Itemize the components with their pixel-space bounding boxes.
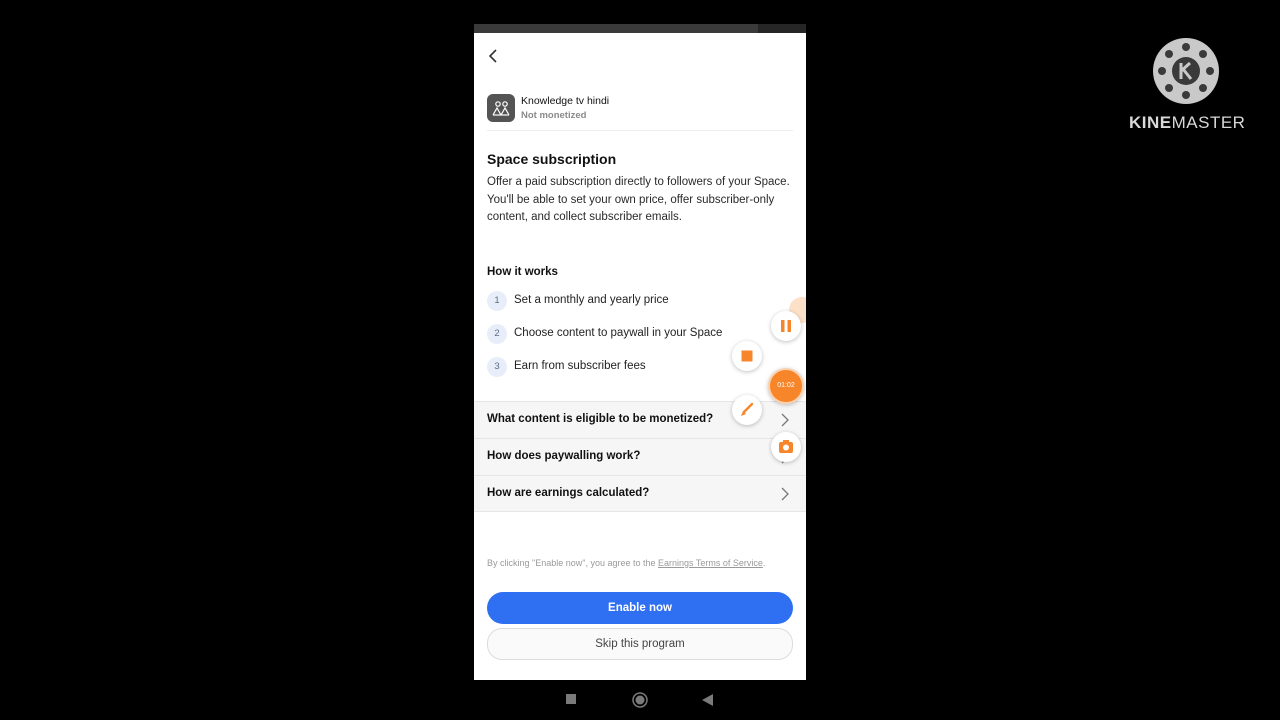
status-bar: [474, 24, 806, 33]
step-number: 2: [487, 324, 507, 344]
recorder-timer-button[interactable]: 01:02: [768, 368, 804, 404]
brush-button[interactable]: [732, 395, 762, 425]
divider: [474, 511, 806, 512]
space-name: Knowledge tv hindi: [521, 95, 610, 107]
enable-now-button[interactable]: Enable now: [487, 592, 793, 624]
faq-label: How are earnings calculated?: [487, 487, 650, 499]
back-nav-icon[interactable]: [702, 694, 713, 706]
terms-suffix: .: [762, 558, 766, 568]
skip-program-button[interactable]: Skip this program: [487, 628, 793, 660]
kinemaster-logo: [1153, 38, 1219, 104]
android-nav-bar: [0, 680, 1280, 720]
page-title: Space subscription: [487, 151, 617, 167]
terms-prefix: By clicking "Enable now", you agree to t…: [487, 558, 658, 568]
earnings-terms-link[interactable]: Earnings Terms of Service: [658, 558, 763, 568]
space-icon: [487, 94, 515, 122]
recent-apps-icon[interactable]: [566, 694, 576, 704]
screenshot-button[interactable]: [771, 432, 801, 462]
faq-label: How does paywalling work?: [487, 450, 641, 462]
chevron-right-icon: [781, 413, 789, 427]
space-header: Knowledge tv hindi Not monetized: [487, 94, 793, 131]
camera-icon: [779, 440, 793, 453]
stop-button[interactable]: [732, 341, 762, 371]
faq-item-earnings[interactable]: How are earnings calculated?: [474, 475, 806, 512]
wordmark-kine: KINE: [1129, 113, 1172, 132]
back-arrow-icon[interactable]: [484, 46, 504, 66]
step-text: Earn from subscriber fees: [514, 360, 646, 372]
wordmark-master: MASTER: [1171, 113, 1246, 132]
kinemaster-wordmark: KINEMASTER: [1129, 113, 1245, 133]
chevron-right-icon: [781, 487, 789, 501]
step-number: 1: [487, 291, 507, 311]
faq-label: What content is eligible to be monetized…: [487, 413, 714, 425]
how-it-works-heading: How it works: [487, 266, 558, 278]
home-icon[interactable]: [632, 692, 648, 708]
terms-notice: By clicking "Enable now", you agree to t…: [487, 556, 787, 570]
faq-item-paywalling[interactable]: How does paywalling work?: [474, 438, 806, 475]
pause-button[interactable]: [771, 311, 801, 341]
step-item: 1 Set a monthly and yearly price: [487, 291, 793, 311]
stop-icon: [741, 350, 753, 362]
page-description: Offer a paid subscription directly to fo…: [487, 176, 790, 223]
brush-icon: [741, 402, 754, 416]
step-text: Set a monthly and yearly price: [514, 294, 669, 306]
pause-icon: [781, 320, 791, 332]
space-status: Not monetized: [521, 110, 587, 121]
recorder-timer: 01:02: [777, 382, 795, 389]
step-number: 3: [487, 357, 507, 377]
phone-screen: Knowledge tv hindi Not monetized Space s…: [474, 24, 806, 680]
step-text: Choose content to paywall in your Space: [514, 327, 723, 339]
